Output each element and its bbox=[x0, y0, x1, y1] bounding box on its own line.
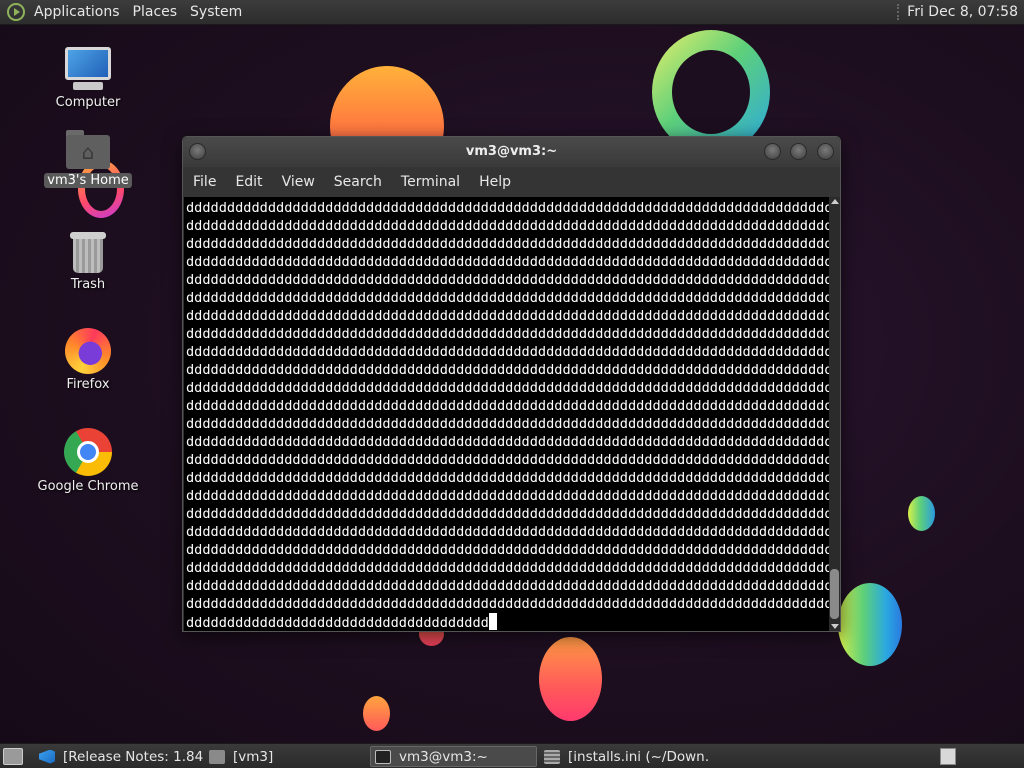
terminal-line: dddddddddddddddddddddddddddddddddddddddd… bbox=[186, 578, 829, 594]
scroll-up-arrow-icon[interactable] bbox=[831, 199, 839, 204]
terminal-line: dddddddddddddddddddddddddddddddddddddddd… bbox=[186, 326, 829, 342]
desktop-icon-chrome[interactable]: Google Chrome bbox=[38, 428, 138, 494]
terminal-line: dddddddddddddddddddddddddddddddddddddddd… bbox=[186, 506, 829, 522]
home-folder-icon: ⌂ bbox=[66, 130, 110, 170]
terminal-prompt-line: ddddddddddddddddddddddddddddddddddddd bbox=[186, 613, 829, 631]
scrollbar-thumb[interactable] bbox=[830, 569, 839, 619]
top-panel: Applications Places System Fri Dec 8, 07… bbox=[0, 0, 1024, 25]
vscode-icon bbox=[39, 749, 55, 764]
terminal-scrollbar[interactable] bbox=[829, 197, 840, 631]
desktop-icon-label: Firefox bbox=[66, 377, 110, 392]
menu-file[interactable]: File bbox=[193, 174, 216, 190]
terminal-line: dddddddddddddddddddddddddddddddddddddddd… bbox=[186, 272, 829, 288]
terminal-line: dddddddddddddddddddddddddddddddddddddddd… bbox=[186, 200, 829, 216]
task-release-notes[interactable]: [Release Notes: 1.84… bbox=[35, 746, 203, 767]
wallpaper-orange-blob-bottom bbox=[539, 637, 602, 721]
task-label: vm3@vm3:~ bbox=[399, 748, 488, 765]
text-cursor bbox=[488, 613, 497, 630]
menu-help[interactable]: Help bbox=[479, 174, 511, 190]
desktop-icon-label: vm3's Home bbox=[44, 173, 132, 188]
desktop-icon-home[interactable]: ⌂ vm3's Home bbox=[38, 130, 138, 188]
task-label: [installs.ini (~/Down… bbox=[568, 748, 708, 765]
menu-applications[interactable]: Applications bbox=[34, 4, 120, 20]
desktop-icon-firefox[interactable]: Firefox bbox=[38, 328, 138, 392]
close-button[interactable] bbox=[817, 143, 834, 160]
chrome-icon bbox=[64, 428, 112, 476]
terminal-line: dddddddddddddddddddddddddddddddddddddddd… bbox=[186, 308, 829, 324]
panel-clock[interactable]: Fri Dec 8, 07:58 bbox=[897, 4, 1018, 20]
terminal-line: dddddddddddddddddddddddddddddddddddddddd… bbox=[186, 542, 829, 558]
folder-icon bbox=[209, 749, 225, 764]
task-vm3-folder[interactable]: [vm3] bbox=[205, 746, 365, 767]
task-terminal[interactable]: vm3@vm3:~ bbox=[370, 746, 537, 767]
terminal-line: dddddddddddddddddddddddddddddddddddddddd… bbox=[186, 524, 829, 540]
terminal-line: dddddddddddddddddddddddddddddddddddddddd… bbox=[186, 398, 829, 414]
desktop-icon-computer[interactable]: Computer bbox=[38, 46, 138, 110]
wallpaper-orange-blob-small bbox=[363, 696, 390, 731]
desktop-icon-trash[interactable]: Trash bbox=[38, 230, 138, 292]
workspace-switcher[interactable] bbox=[940, 748, 956, 765]
firefox-icon bbox=[65, 328, 111, 374]
menu-edit[interactable]: Edit bbox=[235, 174, 262, 190]
desktop-icon-label: Computer bbox=[55, 95, 121, 110]
applications-logo-icon[interactable] bbox=[7, 3, 25, 21]
menu-places[interactable]: Places bbox=[133, 4, 178, 20]
menu-view[interactable]: View bbox=[282, 174, 315, 190]
terminal-output[interactable]: dddddddddddddddddddddddddddddddddddddddd… bbox=[184, 197, 829, 631]
terminal-line: dddddddddddddddddddddddddddddddddddddddd… bbox=[186, 560, 829, 576]
terminal-line: dddddddddddddddddddddddddddddddddddddddd… bbox=[186, 488, 829, 504]
menu-system[interactable]: System bbox=[190, 4, 242, 20]
wallpaper-green-blob-large bbox=[838, 583, 902, 666]
terminal-line: dddddddddddddddddddddddddddddddddddddddd… bbox=[186, 218, 829, 234]
terminal-line: dddddddddddddddddddddddddddddddddddddddd… bbox=[186, 380, 829, 396]
minimize-button[interactable] bbox=[764, 143, 781, 160]
terminal-line: dddddddddddddddddddddddddddddddddddddddd… bbox=[186, 236, 829, 252]
terminal-line: dddddddddddddddddddddddddddddddddddddddd… bbox=[186, 470, 829, 486]
bottom-taskbar: [Release Notes: 1.84… [vm3] vm3@vm3:~ [i… bbox=[0, 743, 1024, 768]
menu-terminal[interactable]: Terminal bbox=[401, 174, 460, 190]
computer-icon bbox=[63, 46, 113, 92]
terminal-titlebar[interactable]: vm3@vm3:~ bbox=[183, 137, 840, 167]
terminal-icon bbox=[375, 749, 391, 764]
task-label: [Release Notes: 1.84… bbox=[63, 748, 203, 765]
text-editor-icon bbox=[544, 749, 560, 764]
desktop-icon-label: Trash bbox=[70, 277, 106, 292]
trash-icon bbox=[70, 230, 106, 274]
terminal-line: dddddddddddddddddddddddddddddddddddddddd… bbox=[186, 452, 829, 468]
terminal-line: dddddddddddddddddddddddddddddddddddddddd… bbox=[186, 362, 829, 378]
menu-search[interactable]: Search bbox=[334, 174, 382, 190]
desktop-icon-label: Google Chrome bbox=[37, 479, 139, 494]
terminal-window[interactable]: vm3@vm3:~ File Edit View Search Terminal… bbox=[182, 136, 841, 632]
terminal-line: dddddddddddddddddddddddddddddddddddddddd… bbox=[186, 434, 829, 450]
terminal-line: dddddddddddddddddddddddddddddddddddddddd… bbox=[186, 344, 829, 360]
task-label: [vm3] bbox=[233, 748, 274, 765]
terminal-current-input: ddddddddddddddddddddddddddddddddddddd bbox=[186, 615, 489, 631]
terminal-line: dddddddddddddddddddddddddddddddddddddddd… bbox=[186, 596, 829, 612]
terminal-line: dddddddddddddddddddddddddddddddddddddddd… bbox=[186, 416, 829, 432]
task-installs-ini[interactable]: [installs.ini (~/Down… bbox=[540, 746, 708, 767]
maximize-button[interactable] bbox=[790, 143, 807, 160]
terminal-line: dddddddddddddddddddddddddddddddddddddddd… bbox=[186, 254, 829, 270]
window-title: vm3@vm3:~ bbox=[465, 144, 558, 159]
wallpaper-green-blob-small bbox=[908, 496, 935, 531]
show-desktop-button[interactable] bbox=[3, 748, 23, 765]
terminal-menubar: File Edit View Search Terminal Help bbox=[183, 167, 840, 197]
scroll-down-arrow-icon[interactable] bbox=[831, 624, 839, 629]
terminal-line: dddddddddddddddddddddddddddddddddddddddd… bbox=[186, 290, 829, 306]
